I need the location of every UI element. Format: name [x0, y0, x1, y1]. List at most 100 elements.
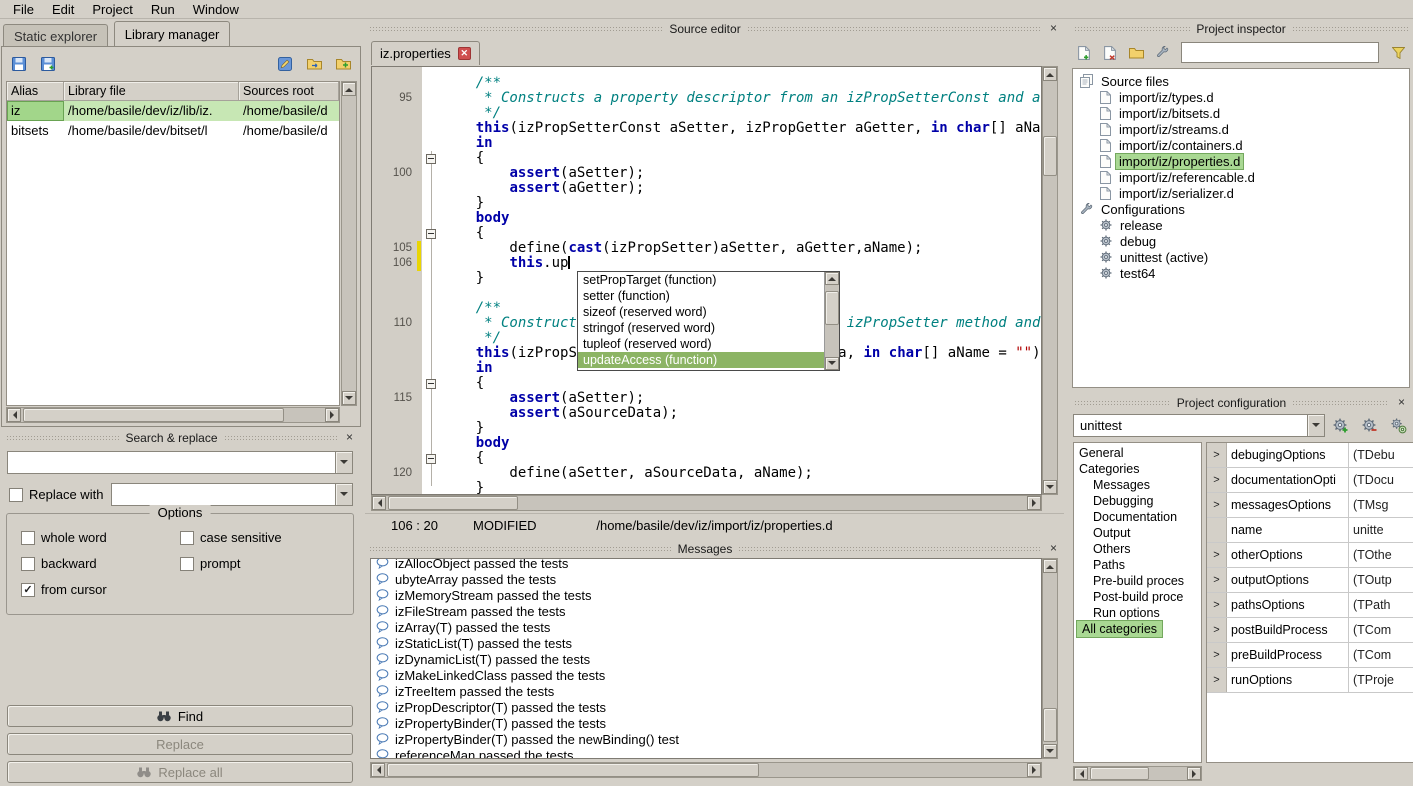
- code-line[interactable]: assert(aGetter);: [372, 181, 1041, 196]
- scrollbar-track[interactable]: [386, 496, 1027, 510]
- scroll-right-button[interactable]: [325, 408, 339, 422]
- dock-grip[interactable]: [1074, 25, 1190, 33]
- code-line[interactable]: 106 this.up: [372, 256, 1041, 271]
- code-line[interactable]: 100 assert(aSetter);: [372, 166, 1041, 181]
- property-value[interactable]: (TOthe: [1349, 543, 1413, 567]
- scroll-right-button[interactable]: [1187, 767, 1201, 780]
- property-value[interactable]: (TDocu: [1349, 468, 1413, 492]
- dropdown-arrow-icon[interactable]: [1307, 415, 1324, 436]
- expand-arrow-icon[interactable]: >: [1207, 493, 1227, 517]
- property-row-outputoptions[interactable]: >outputOptions(TOutp: [1207, 568, 1413, 593]
- code-line[interactable]: }: [372, 421, 1041, 436]
- message-item[interactable]: izPropertyBinder(T) passed the newBindin…: [376, 731, 1041, 747]
- code-line[interactable]: }: [372, 196, 1041, 211]
- property-row-pathsoptions[interactable]: >pathsOptions(TPath: [1207, 593, 1413, 618]
- code-line[interactable]: body: [372, 436, 1041, 451]
- scrollbar-track[interactable]: [1043, 81, 1057, 480]
- column-header-alias[interactable]: Alias: [7, 82, 64, 100]
- code-line[interactable]: this(izPropSetterConst aSetter, izPropGe…: [372, 121, 1041, 136]
- fold-collapse-icon[interactable]: [426, 229, 436, 239]
- tab-static-explorer[interactable]: Static explorer: [3, 24, 108, 47]
- completion-item[interactable]: sizeof (reserved word): [578, 304, 824, 320]
- property-row-messagesoptions[interactable]: >messagesOptions(TMsg: [1207, 493, 1413, 518]
- dropdown-arrow-icon[interactable]: [335, 452, 352, 473]
- add-source-button[interactable]: [1072, 41, 1096, 65]
- code-line[interactable]: 115 assert(aSetter);: [372, 391, 1041, 406]
- expand-arrow-icon[interactable]: >: [1207, 443, 1227, 467]
- tab-iz-properties[interactable]: iz.properties ✕: [371, 41, 480, 65]
- category-item-pre-build-proces[interactable]: Pre-build proces: [1074, 573, 1201, 589]
- category-item-documentation[interactable]: Documentation: [1074, 509, 1201, 525]
- completion-item[interactable]: setter (function): [578, 288, 824, 304]
- dock-grip[interactable]: [1074, 399, 1171, 407]
- libraries-vertical-scrollbar[interactable]: [341, 81, 357, 406]
- edit-library-button[interactable]: [272, 51, 298, 77]
- tree-node[interactable]: Source files: [1073, 73, 1409, 89]
- property-row-debugingoptions[interactable]: >debugingOptions(TDebu: [1207, 443, 1413, 468]
- dock-grip[interactable]: [369, 25, 663, 33]
- search-input[interactable]: [7, 451, 353, 474]
- filter-button[interactable]: [1386, 41, 1410, 65]
- code-line[interactable]: {: [372, 376, 1041, 391]
- scrollbar-thumb[interactable]: [388, 496, 518, 510]
- checkbox-prompt[interactable]: prompt: [180, 556, 339, 571]
- close-icon[interactable]: ×: [1395, 396, 1408, 409]
- message-item[interactable]: izAllocObject passed the tests: [376, 558, 1041, 571]
- tree-node[interactable]: import/iz/referencable.d: [1073, 169, 1409, 185]
- editor-vertical-scrollbar[interactable]: [1042, 66, 1058, 495]
- tab-close-icon[interactable]: ✕: [458, 47, 471, 60]
- fold-collapse-icon[interactable]: [426, 454, 436, 464]
- scrollbar-track[interactable]: [385, 763, 1027, 777]
- configuration-selector[interactable]: unittest: [1073, 414, 1325, 437]
- completion-item[interactable]: tupleof (reserved word): [578, 336, 824, 352]
- property-row-runoptions[interactable]: >runOptions(TProje: [1207, 668, 1413, 693]
- property-value[interactable]: (TMsg: [1349, 493, 1413, 517]
- dock-grip[interactable]: [224, 434, 337, 442]
- menu-edit[interactable]: Edit: [43, 0, 83, 19]
- scrollbar-thumb[interactable]: [1043, 136, 1057, 176]
- expand-arrow-icon[interactable]: >: [1207, 643, 1227, 667]
- scrollbar-track[interactable]: [342, 96, 356, 391]
- scroll-down-button[interactable]: [342, 391, 356, 405]
- scroll-right-button[interactable]: [1027, 496, 1041, 510]
- code-line[interactable]: {: [372, 151, 1041, 166]
- message-item[interactable]: izPropertyBinder(T) passed the tests: [376, 715, 1041, 731]
- checkbox-backward[interactable]: backward: [21, 556, 180, 571]
- menu-window[interactable]: Window: [184, 0, 248, 19]
- checkbox-whole-word[interactable]: whole word: [21, 530, 180, 545]
- scrollbar-thumb[interactable]: [1043, 708, 1057, 742]
- category-item-messages[interactable]: Messages: [1074, 477, 1201, 493]
- fold-collapse-icon[interactable]: [426, 379, 436, 389]
- checkbox-from-cursor[interactable]: ✓from cursor: [21, 582, 180, 597]
- library-table-row[interactable]: bitsets/home/basile/dev/bitset/l/home/ba…: [7, 121, 339, 141]
- expand-arrow-icon[interactable]: >: [1207, 543, 1227, 567]
- property-row-postbuildprocess[interactable]: >postBuildProcess(TCom: [1207, 618, 1413, 643]
- completion-item[interactable]: stringof (reserved word): [578, 320, 824, 336]
- checkbox-case-sensitive[interactable]: case sensitive: [180, 530, 339, 545]
- scroll-down-button[interactable]: [1043, 744, 1057, 758]
- completion-item[interactable]: setPropTarget (function): [578, 272, 824, 288]
- close-icon[interactable]: ×: [1047, 22, 1060, 35]
- property-row-name[interactable]: nameunitte: [1207, 518, 1413, 543]
- category-item-output[interactable]: Output: [1074, 525, 1201, 541]
- scrollbar-thumb[interactable]: [1090, 767, 1149, 780]
- replace-text-field[interactable]: [112, 484, 335, 505]
- menu-project[interactable]: Project: [83, 0, 141, 19]
- category-item-run-options[interactable]: Run options: [1074, 605, 1201, 621]
- category-item-all-categories[interactable]: All categories: [1077, 621, 1162, 637]
- property-value[interactable]: (TOutp: [1349, 568, 1413, 592]
- category-item-post-build-proce[interactable]: Post-build proce: [1074, 589, 1201, 605]
- code-line[interactable]: */: [372, 106, 1041, 121]
- category-item-paths[interactable]: Paths: [1074, 557, 1201, 573]
- find-button[interactable]: Find: [7, 705, 353, 727]
- scroll-right-button[interactable]: [1027, 763, 1041, 777]
- scroll-down-button[interactable]: [1043, 480, 1057, 494]
- menu-file[interactable]: File: [4, 0, 43, 19]
- message-item[interactable]: izPropDescriptor(T) passed the tests: [376, 699, 1041, 715]
- expand-arrow-icon[interactable]: >: [1207, 468, 1227, 492]
- messages-vertical-scrollbar[interactable]: [1042, 558, 1058, 759]
- code-line[interactable]: body: [372, 211, 1041, 226]
- menu-run[interactable]: Run: [142, 0, 184, 19]
- open-library-folder-button[interactable]: [301, 51, 327, 77]
- load-library-list-button[interactable]: [35, 51, 61, 77]
